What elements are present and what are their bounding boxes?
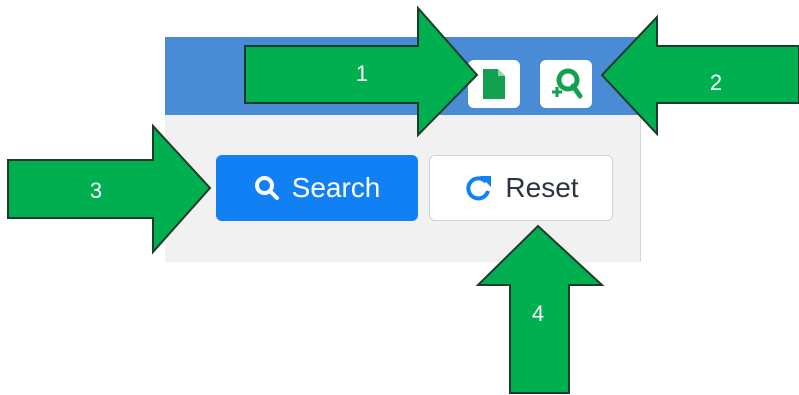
- callout-arrows: [7, 5, 799, 394]
- callout-label-4: 4: [531, 301, 545, 326]
- callout-label-1: 1: [355, 61, 369, 86]
- callout-label-2: 2: [709, 70, 723, 95]
- callout-arrow-2: [600, 14, 799, 137]
- callout-label-3: 3: [89, 178, 103, 203]
- callout-arrow-3: [7, 123, 212, 255]
